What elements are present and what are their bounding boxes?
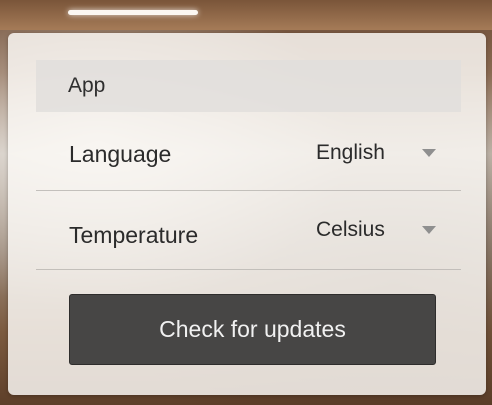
ceiling-light (68, 10, 198, 15)
row-divider (36, 190, 461, 191)
check-for-updates-button[interactable]: Check for updates (69, 294, 436, 365)
app-settings-screen: App Language English Temperature Celsius… (0, 0, 492, 405)
temperature-dropdown[interactable]: Celsius (316, 214, 446, 246)
row-divider (36, 269, 461, 270)
section-title: App (68, 74, 106, 97)
temperature-value: Celsius (316, 218, 385, 241)
language-value: English (316, 141, 385, 164)
check-for-updates-label: Check for updates (159, 316, 346, 342)
temperature-label: Temperature (69, 222, 199, 248)
language-dropdown[interactable]: English (316, 137, 446, 169)
section-header: App (36, 60, 461, 112)
temperature-setting-row: Temperature Celsius (36, 192, 461, 270)
chevron-down-icon (422, 226, 436, 234)
language-label: Language (69, 141, 172, 167)
language-setting-row: Language English (36, 113, 461, 191)
chevron-down-icon (422, 149, 436, 157)
background-ceiling (0, 0, 492, 30)
